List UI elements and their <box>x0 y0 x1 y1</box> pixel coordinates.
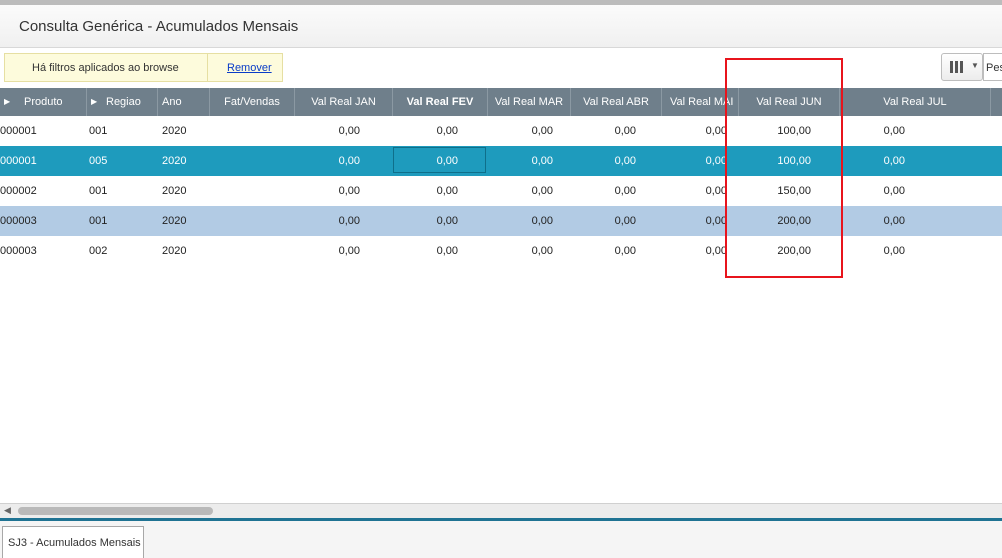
cell-jun: 100,00 <box>777 155 811 167</box>
cell-abr: 0,00 <box>614 215 636 227</box>
cell-fev: 0,00 <box>436 215 458 227</box>
scrollbar-thumb[interactable] <box>18 507 213 515</box>
filter-message: Há filtros aplicados ao browse <box>32 62 179 74</box>
remove-filter-link[interactable]: Remover <box>227 62 272 74</box>
column-config-button[interactable]: ▼ <box>941 53 983 81</box>
cell-fat-vendas <box>210 146 295 176</box>
cell-regiao: 001 <box>89 185 108 197</box>
column-header-mar[interactable]: Val Real MAR <box>488 88 571 116</box>
cell-produto: 000001 <box>0 125 37 137</box>
cell-jan: 0,00 <box>338 185 360 197</box>
cell-produto: 000001 <box>0 155 37 167</box>
column-header-jun[interactable]: Val Real JUN <box>739 88 840 116</box>
cell-fat-vendas <box>210 116 295 146</box>
table-row[interactable]: 000001 001 2020 0,00 0,00 0,00 0,00 0,00… <box>0 116 1002 146</box>
cell-jun: 200,00 <box>777 215 811 227</box>
columns-icon <box>950 61 965 76</box>
cell-mar: 0,00 <box>531 215 553 227</box>
cell-jun: 200,00 <box>777 245 811 257</box>
window-title: Consulta Genérica - Acumulados Mensais <box>19 18 299 35</box>
cell-abr: 0,00 <box>614 245 636 257</box>
cell-abr: 0,00 <box>614 125 636 137</box>
cell-jun: 150,00 <box>777 185 811 197</box>
tab-sj3-acumulados[interactable]: SJ3 - Acumulados Mensais <box>2 526 144 558</box>
column-header-fev[interactable]: Val Real FEV <box>393 88 488 116</box>
cell-mai: 0,00 <box>705 155 727 167</box>
cell-ano: 2020 <box>162 245 187 257</box>
tab-bar: SJ3 - Acumulados Mensais <box>0 521 1002 558</box>
cell-mai: 0,00 <box>705 185 727 197</box>
cell-abr: 0,00 <box>614 185 636 197</box>
cell-regiao: 001 <box>89 215 108 227</box>
table-row[interactable]: 000003 002 2020 0,00 0,00 0,00 0,00 0,00… <box>0 236 1002 266</box>
table-row[interactable]: 000002 001 2020 0,00 0,00 0,00 0,00 0,00… <box>0 176 1002 206</box>
cell-ano: 2020 <box>162 215 187 227</box>
column-header-produto[interactable]: ▶ Produto <box>0 88 87 116</box>
tab-label: SJ3 - Acumulados Mensais <box>8 537 141 549</box>
cell-mar: 0,00 <box>531 245 553 257</box>
table-row[interactable]: 000003 001 2020 0,00 0,00 0,00 0,00 0,00… <box>0 206 1002 236</box>
table-row-selected[interactable]: 000001 005 2020 0,00 0,00 0,00 0,00 0,00… <box>0 146 1002 176</box>
filter-separator <box>207 54 208 81</box>
scroll-left-icon[interactable]: ◀ <box>4 505 11 516</box>
column-header-mai[interactable]: Val Real MAI <box>662 88 739 116</box>
cell-fev: 0,00 <box>436 125 458 137</box>
cell-mai: 0,00 <box>705 215 727 227</box>
horizontal-scrollbar[interactable]: ◀ <box>0 503 1002 518</box>
cell-fev: 0,00 <box>436 245 458 257</box>
cell-mai: 0,00 <box>705 125 727 137</box>
sort-arrow-icon: ▶ <box>91 97 98 106</box>
grid-header: ▶ Produto ▶ Regiao Ano Fat/Vendas Val Re… <box>0 88 1002 116</box>
cell-jul: 0,00 <box>883 185 905 197</box>
sort-arrow-icon: ▶ <box>4 97 11 106</box>
cell-abr: 0,00 <box>614 155 636 167</box>
cell-jul: 0,00 <box>883 245 905 257</box>
cell-fev: 0,00 <box>436 185 458 197</box>
cell-regiao: 001 <box>89 125 108 137</box>
cell-regiao: 002 <box>89 245 108 257</box>
cell-jan: 0,00 <box>338 125 360 137</box>
cell-mar: 0,00 <box>531 185 553 197</box>
cell-ano: 2020 <box>162 155 187 167</box>
cell-jan: 0,00 <box>338 215 360 227</box>
column-header-filler <box>991 88 1002 116</box>
cell-ano: 2020 <box>162 125 187 137</box>
cell-fat-vendas <box>210 176 295 206</box>
cell-jan: 0,00 <box>338 245 360 257</box>
chevron-down-icon: ▼ <box>971 61 979 70</box>
cell-fat-vendas <box>210 236 295 266</box>
column-header-jul[interactable]: Val Real JUL <box>840 88 991 116</box>
column-header-fat-vendas[interactable]: Fat/Vendas <box>210 88 295 116</box>
column-header-abr[interactable]: Val Real ABR <box>571 88 662 116</box>
cell-mar: 0,00 <box>531 155 553 167</box>
data-grid: ▶ Produto ▶ Regiao Ano Fat/Vendas Val Re… <box>0 88 1002 503</box>
column-header-regiao[interactable]: ▶ Regiao <box>87 88 158 116</box>
cell-jan: 0,00 <box>338 155 360 167</box>
column-header-jan[interactable]: Val Real JAN <box>295 88 393 116</box>
cell-ano: 2020 <box>162 185 187 197</box>
cell-mai: 0,00 <box>705 245 727 257</box>
cell-jul: 0,00 <box>883 155 905 167</box>
search-input[interactable]: Pes <box>983 53 1002 81</box>
cell-fat-vendas <box>210 206 295 236</box>
cell-jun: 100,00 <box>777 125 811 137</box>
cell-produto: 000003 <box>0 245 37 257</box>
filter-notice: Há filtros aplicados ao browse Remover <box>4 53 283 82</box>
cell-produto: 000002 <box>0 185 37 197</box>
cell-fev[interactable]: 0,00 <box>393 146 458 176</box>
title-bar: Consulta Genérica - Acumulados Mensais <box>0 5 1002 48</box>
cell-jul: 0,00 <box>883 215 905 227</box>
cell-mar: 0,00 <box>531 125 553 137</box>
search-placeholder: Pes <box>986 62 1002 74</box>
column-header-ano[interactable]: Ano <box>158 88 210 116</box>
cell-jul: 0,00 <box>883 125 905 137</box>
cell-regiao: 005 <box>89 155 108 167</box>
cell-produto: 000003 <box>0 215 37 227</box>
